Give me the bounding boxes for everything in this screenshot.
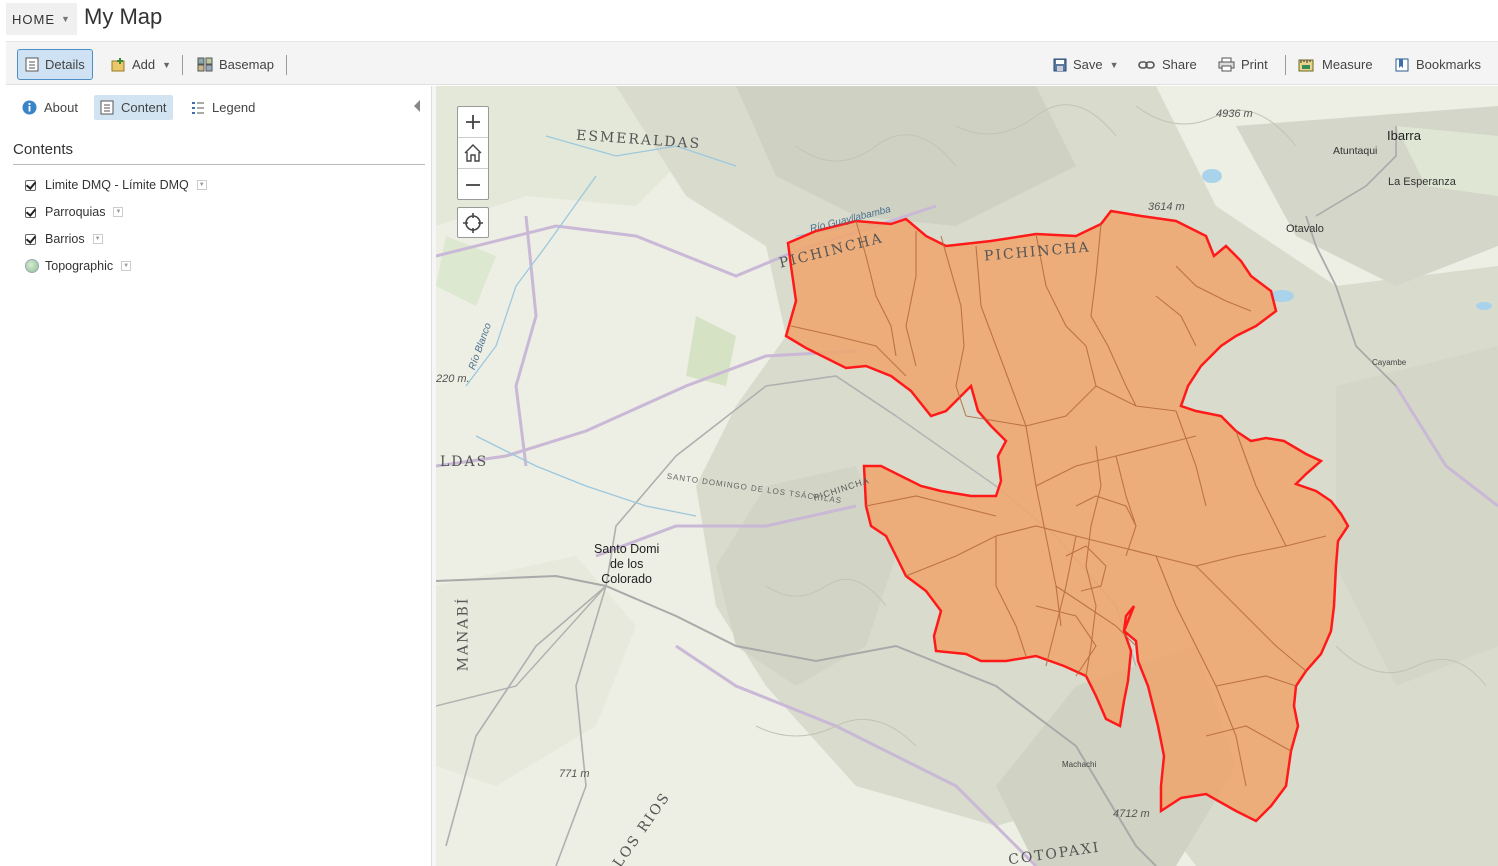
save-button[interactable]: Save ▼ <box>1046 49 1126 80</box>
layer-item[interactable]: Parroquias ▼ <box>25 203 124 221</box>
tab-content-label: Content <box>121 100 167 115</box>
elevation-label: 4712 m <box>1113 808 1150 820</box>
layer-name: Topographic <box>45 259 114 273</box>
home-icon <box>464 144 482 162</box>
toolbar-divider <box>1285 55 1286 75</box>
city-line: Santo Domi <box>594 542 660 556</box>
layer-name: Parroquias <box>45 205 106 219</box>
zoom-in-button[interactable] <box>458 107 488 138</box>
map-label-city: Atuntaqui <box>1333 145 1378 157</box>
city-line: Colorado <box>601 572 653 586</box>
measure-icon <box>1298 59 1314 71</box>
map-label-city-santo-domingo: Santo Domi de los Colorado <box>594 542 659 587</box>
info-icon <box>22 100 37 115</box>
divider <box>13 164 425 165</box>
home-button[interactable]: HOME ▼ <box>6 3 77 35</box>
bookmarks-button[interactable]: Bookmarks <box>1387 49 1488 80</box>
elevation-label: 220 m. <box>436 373 470 385</box>
measure-button[interactable]: Measure <box>1291 49 1380 80</box>
elevation-label: 3614 m <box>1148 201 1185 213</box>
share-label: Share <box>1162 57 1197 72</box>
toolbar: Details Add ▼ Basemap Save ▼ Share Print… <box>6 41 1498 85</box>
page-title: My Map <box>84 4 163 29</box>
layer-visibility-checkbox[interactable] <box>25 179 36 191</box>
add-button[interactable]: Add ▼ <box>104 49 178 80</box>
chevron-down-icon: ▼ <box>162 59 172 70</box>
minus-icon <box>466 183 480 186</box>
add-icon <box>111 58 125 72</box>
layer-item[interactable]: Barrios ▼ <box>25 230 103 248</box>
tab-legend-label: Legend <box>212 100 256 115</box>
tab-about-label: About <box>44 100 78 115</box>
basemap-label: Basemap <box>219 57 274 72</box>
toolbar-divider <box>286 55 287 75</box>
print-label: Print <box>1241 57 1268 72</box>
contents-heading: Contents <box>13 141 74 158</box>
map-label-region: LDAS <box>440 454 489 470</box>
tab-content[interactable]: Content <box>94 95 173 120</box>
layer-options-icon[interactable]: ▼ <box>121 261 132 271</box>
zoom-out-button[interactable] <box>458 169 488 200</box>
details-icon <box>25 57 39 72</box>
home-extent-button[interactable] <box>458 138 488 169</box>
layer-options-icon[interactable]: ▼ <box>113 207 124 217</box>
add-label: Add <box>132 57 156 72</box>
print-icon <box>1218 57 1235 72</box>
locate-button[interactable] <box>457 207 489 238</box>
home-label: HOME <box>12 11 55 27</box>
map-label-city: Otavalo <box>1286 223 1324 235</box>
toolbar-divider <box>182 55 183 75</box>
chevron-down-icon: ▼ <box>61 14 71 24</box>
basemap-button[interactable]: Basemap <box>190 49 281 80</box>
side-panel: About Content Legend Contents Limite DMQ… <box>6 86 432 866</box>
tab-legend[interactable]: Legend <box>185 95 261 120</box>
map-label-city: La Esperanza <box>1388 176 1456 188</box>
city-line: de los <box>609 557 644 571</box>
elevation-label: 4936 m <box>1216 108 1253 120</box>
map-label-city: Machachi <box>1062 760 1097 769</box>
layer-visibility-checkbox[interactable] <box>25 206 36 218</box>
basemap-icon <box>197 57 213 72</box>
basemap-topographic <box>436 86 1498 866</box>
basemap-icon <box>25 259 39 273</box>
layer-name: Limite DMQ - Límite DMQ <box>45 178 189 192</box>
layer-name: Barrios <box>45 232 85 246</box>
layer-item[interactable]: Limite DMQ - Límite DMQ ▼ <box>25 176 207 194</box>
legend-icon <box>192 101 204 114</box>
share-button[interactable]: Share <box>1131 49 1204 80</box>
locate-icon <box>463 212 483 233</box>
details-button[interactable]: Details <box>17 49 93 80</box>
elevation-label: 771 m <box>559 768 590 780</box>
zoom-controls <box>457 106 489 200</box>
app-header: HOME ▼ My Map <box>0 0 1498 41</box>
print-button[interactable]: Print <box>1211 49 1275 80</box>
bookmark-icon <box>1395 58 1409 71</box>
basemap-layer-item[interactable]: Topographic ▼ <box>25 257 132 275</box>
chevron-down-icon: ▼ <box>1109 59 1119 70</box>
save-icon <box>1053 58 1067 71</box>
save-label: Save <box>1073 57 1103 72</box>
map-label-region: MANABÍ <box>455 596 472 672</box>
layer-options-icon[interactable]: ▼ <box>196 180 207 190</box>
content-icon <box>100 100 114 115</box>
link-icon <box>1138 60 1155 69</box>
plus-icon <box>466 115 480 129</box>
bookmarks-label: Bookmarks <box>1416 57 1482 72</box>
layer-visibility-checkbox[interactable] <box>25 233 36 245</box>
layer-options-icon[interactable]: ▼ <box>92 234 103 244</box>
collapse-panel-icon[interactable] <box>414 100 420 112</box>
tab-about[interactable]: About <box>16 95 84 120</box>
details-label: Details <box>45 57 85 72</box>
map-label-city: Cayambe <box>1372 358 1407 367</box>
map-view[interactable]: ESMERALDAS PICHINCHA PICHINCHA PICHINCHA… <box>436 86 1498 866</box>
map-label-city: Ibarra <box>1387 128 1421 143</box>
measure-label: Measure <box>1322 57 1373 72</box>
